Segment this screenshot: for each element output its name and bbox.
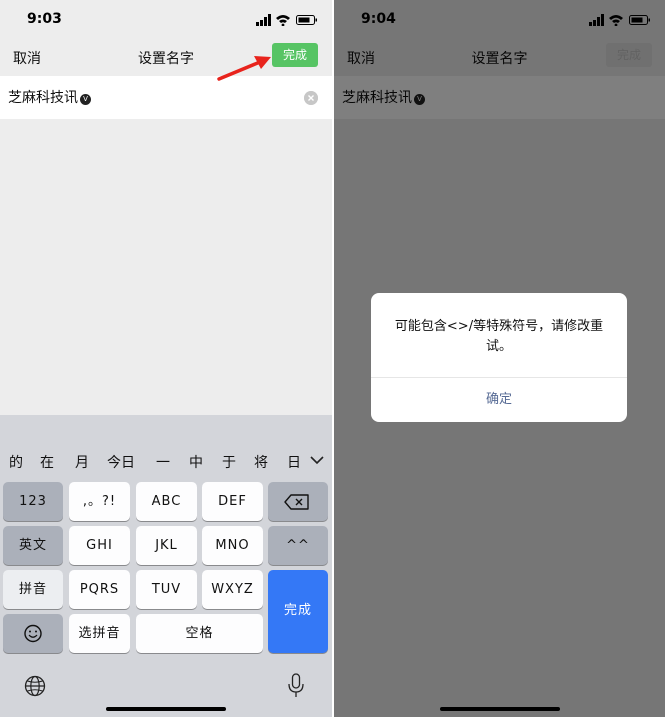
wifi-icon <box>276 15 290 26</box>
status-bar: 9:03 <box>0 0 332 38</box>
candidate-item[interactable]: 在 <box>40 452 54 472</box>
key-123[interactable]: 123 <box>3 482 63 521</box>
keyboard-done-button[interactable]: 完成 <box>268 570 328 653</box>
candidate-item[interactable]: 中 <box>189 452 203 472</box>
home-indicator <box>440 707 560 711</box>
candidate-bar: 的 在 月 今日 一 中 于 将 日 <box>0 440 332 480</box>
backspace-button[interactable] <box>268 482 328 521</box>
key-wxyz[interactable]: WXYZ <box>202 570 263 609</box>
microphone-icon[interactable] <box>287 673 305 699</box>
key-pqrs[interactable]: PQRS <box>69 570 130 609</box>
name-input-row[interactable]: 芝麻科技讯V <box>0 76 332 119</box>
home-indicator <box>106 707 226 711</box>
backspace-icon <box>284 494 309 510</box>
confirm-button[interactable]: 确定 <box>371 378 627 422</box>
candidate-item[interactable]: 于 <box>222 452 236 472</box>
key-jkl[interactable]: JKL <box>136 526 197 565</box>
key-emoticon[interactable]: ^^ <box>268 526 328 565</box>
emoji-button[interactable] <box>3 614 63 653</box>
key-punctuation[interactable]: ,。?! <box>69 482 130 521</box>
candidate-item[interactable]: 日 <box>287 452 301 472</box>
left-screen: 9:03 取消 设置名字 完成 芝麻科技讯 V 的 在 月 今日 一 中 于 将… <box>0 0 332 717</box>
expand-candidates-button[interactable] <box>302 440 332 480</box>
keyboard: 的 在 月 今日 一 中 于 将 日 123 ,。?! ABC DEF 英文 G… <box>0 415 332 717</box>
red-arrow-icon <box>217 56 271 81</box>
key-abc[interactable]: ABC <box>136 482 197 521</box>
candidate-item[interactable]: 今日 <box>107 452 135 472</box>
candidate-item[interactable]: 月 <box>75 452 89 472</box>
candidate-item[interactable]: 一 <box>156 452 170 472</box>
globe-icon[interactable] <box>24 675 46 697</box>
keyboard-bottom-bar <box>0 660 332 717</box>
status-time: 9:03 <box>27 11 62 27</box>
key-space[interactable]: 空格 <box>136 614 263 653</box>
candidate-item[interactable]: 的 <box>9 452 23 472</box>
name-input-value: 芝麻科技讯 <box>8 90 78 106</box>
key-tuv[interactable]: TUV <box>136 570 197 609</box>
right-screen: 9:04 取消 设置名字 完成 芝麻科技讯V <box>334 0 665 717</box>
key-def[interactable]: DEF <box>202 482 263 521</box>
key-pinyin[interactable]: 拼音 <box>3 570 63 609</box>
candidate-item[interactable]: 将 <box>254 452 268 472</box>
done-button[interactable]: 完成 <box>272 43 318 67</box>
key-english[interactable]: 英文 <box>3 526 63 565</box>
chevron-down-icon <box>310 456 324 465</box>
clear-icon[interactable] <box>304 91 318 105</box>
emoji-icon <box>24 624 42 643</box>
signal-icon <box>256 14 271 26</box>
verified-badge-icon: V <box>80 94 91 105</box>
battery-icon <box>296 15 317 25</box>
key-mno[interactable]: MNO <box>202 526 263 565</box>
dialog-message: 可能包含<>/等特殊符号，请修改重试。 <box>394 319 604 354</box>
alert-dialog: 可能包含<>/等特殊符号，请修改重试。 确定 <box>371 293 627 422</box>
key-select-pinyin[interactable]: 选拼音 <box>69 614 130 653</box>
nav-bar: 取消 设置名字 完成 <box>0 38 332 76</box>
status-icons <box>256 14 317 26</box>
key-ghi[interactable]: GHI <box>69 526 130 565</box>
name-input[interactable]: 芝麻科技讯V <box>8 87 91 107</box>
